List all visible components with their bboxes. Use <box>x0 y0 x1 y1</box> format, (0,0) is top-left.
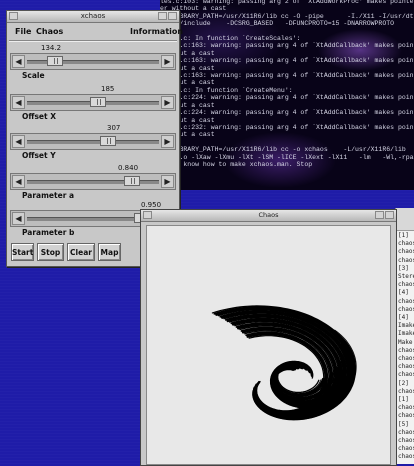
side-xterm-line: Imake <box>398 322 414 330</box>
side-xterm-line: chaos <box>398 248 414 256</box>
slider-thumb[interactable] <box>100 136 116 146</box>
maximize-button[interactable] <box>168 12 177 20</box>
scroll-left-arrow-icon[interactable]: ◀ <box>12 55 25 68</box>
xchaos-title: xchaos <box>80 12 106 20</box>
side-xterm-line: chaos <box>398 428 414 436</box>
attractor-canvas[interactable] <box>146 225 391 465</box>
scroll-right-arrow-icon[interactable]: ▶ <box>161 55 174 68</box>
attractor-drawing <box>211 305 357 421</box>
scroll-right-arrow-icon[interactable]: ▶ <box>161 96 174 109</box>
chaos-window[interactable]: Chaos <box>140 209 397 466</box>
scroll-left-arrow-icon[interactable]: ◀ <box>12 175 25 188</box>
slider-thumb[interactable] <box>124 176 140 186</box>
side-xterm-line: [2] <box>398 379 409 387</box>
clear-button[interactable]: Clear <box>67 243 95 261</box>
slider-offset-y: 307 ◀ ▶ Offset Y <box>10 124 176 162</box>
xchaos-titlebar[interactable]: xchaos <box>7 11 179 23</box>
slider-parameter-a: 0.840 ◀ ▶ Parameter a <box>10 164 176 202</box>
terminal-output: les.c:103: warning: passing arg 2 of `Xt… <box>160 0 414 168</box>
menu-file[interactable]: File <box>15 27 31 36</box>
terminal-window[interactable]: les.c:103: warning: passing arg 2 of `Xt… <box>160 0 414 190</box>
side-xterm-line: chaos <box>398 387 414 395</box>
minimize-button[interactable] <box>158 12 167 20</box>
scroll-left-arrow-icon[interactable]: ◀ <box>12 212 25 225</box>
scroll-left-arrow-icon[interactable]: ◀ <box>12 135 25 148</box>
menu-information[interactable]: Information <box>130 27 183 36</box>
scroll-right-arrow-icon[interactable]: ▶ <box>161 135 174 148</box>
side-xterm-line: Stere <box>398 273 414 281</box>
slider-label: Parameter b <box>22 228 75 237</box>
side-xterm-line: chaos <box>398 363 414 371</box>
scrollbar[interactable]: ◀▶ <box>10 173 176 190</box>
scrollbar[interactable]: ◀▶ <box>10 94 176 111</box>
side-xterm-line: chaos <box>398 305 414 313</box>
chaos-titlebar[interactable]: Chaos <box>141 210 396 222</box>
side-xterm-line: chaos <box>398 346 414 354</box>
side-xterm-window[interactable]: [1]chaoschaoschaos[3]Sterechaos[4]chaosc… <box>395 208 414 464</box>
side-xterm-line: chaos <box>398 256 414 264</box>
slider-label: Scale <box>22 71 45 80</box>
side-xterm-line: chaos <box>398 355 414 363</box>
scroll-left-arrow-icon[interactable]: ◀ <box>12 96 25 109</box>
start-button[interactable]: Start <box>11 243 34 261</box>
stop-button[interactable]: Stop <box>37 243 64 261</box>
scroll-right-arrow-icon[interactable]: ▶ <box>161 175 174 188</box>
chaos-title: Chaos <box>258 211 279 219</box>
window-menu-button[interactable] <box>9 12 18 20</box>
slider-value: 0.950 <box>141 201 162 209</box>
side-xterm-line: chaos <box>398 240 414 248</box>
side-xterm-titlebar <box>396 208 414 231</box>
map-button[interactable]: Map <box>98 243 121 261</box>
side-xterm-line: chaos <box>398 412 414 420</box>
side-xterm-line: [1] <box>398 232 409 239</box>
side-xterm-line: [3] <box>398 264 409 272</box>
side-xterm-line: chaos <box>398 371 414 379</box>
side-xterm-line: chaos <box>398 437 414 445</box>
side-xterm-line: [5] <box>398 420 409 428</box>
side-xterm-line: Imake <box>398 330 414 338</box>
side-xterm-line: Make <box>398 338 413 346</box>
side-xterm-line: chaos <box>398 297 414 305</box>
side-xterm-line: [1] <box>398 396 409 404</box>
slider-value: 185 <box>101 85 115 93</box>
slider-scale: 134.2 ◀ ▶ Scale <box>10 44 176 82</box>
side-xterm-output: [1]chaoschaoschaos[3]Sterechaos[4]chaosc… <box>398 232 414 462</box>
maximize-button[interactable] <box>385 211 394 219</box>
slider-value: 307 <box>107 124 121 132</box>
side-xterm-line: [4] <box>398 314 409 322</box>
slider-thumb[interactable] <box>90 97 106 107</box>
scrollbar[interactable]: ◀▶ <box>10 133 176 150</box>
menu-bar: File Chaos Information <box>7 23 183 39</box>
side-xterm-line: chaos <box>398 404 414 412</box>
slider-thumb[interactable] <box>47 56 63 66</box>
menu-separator <box>9 40 177 42</box>
side-xterm-line: chaos <box>398 281 414 289</box>
slider-label: Offset Y <box>22 151 56 160</box>
window-menu-button[interactable] <box>143 211 152 219</box>
side-xterm-line: [4] <box>398 289 409 297</box>
slider-value: 0.840 <box>118 164 139 172</box>
side-xterm-line: chaos <box>398 445 414 453</box>
scrollbar[interactable]: ◀▶ <box>10 53 176 70</box>
slider-label: Parameter a <box>22 191 75 200</box>
menu-chaos[interactable]: Chaos <box>36 27 63 36</box>
slider-offset-x: 185 ◀ ▶ Offset X <box>10 85 176 123</box>
slider-label: Offset X <box>22 112 56 121</box>
slider-value: 134.2 <box>41 44 62 52</box>
minimize-button[interactable] <box>375 211 384 219</box>
side-xterm-line: chaos <box>398 453 414 461</box>
slider-track <box>27 140 159 144</box>
